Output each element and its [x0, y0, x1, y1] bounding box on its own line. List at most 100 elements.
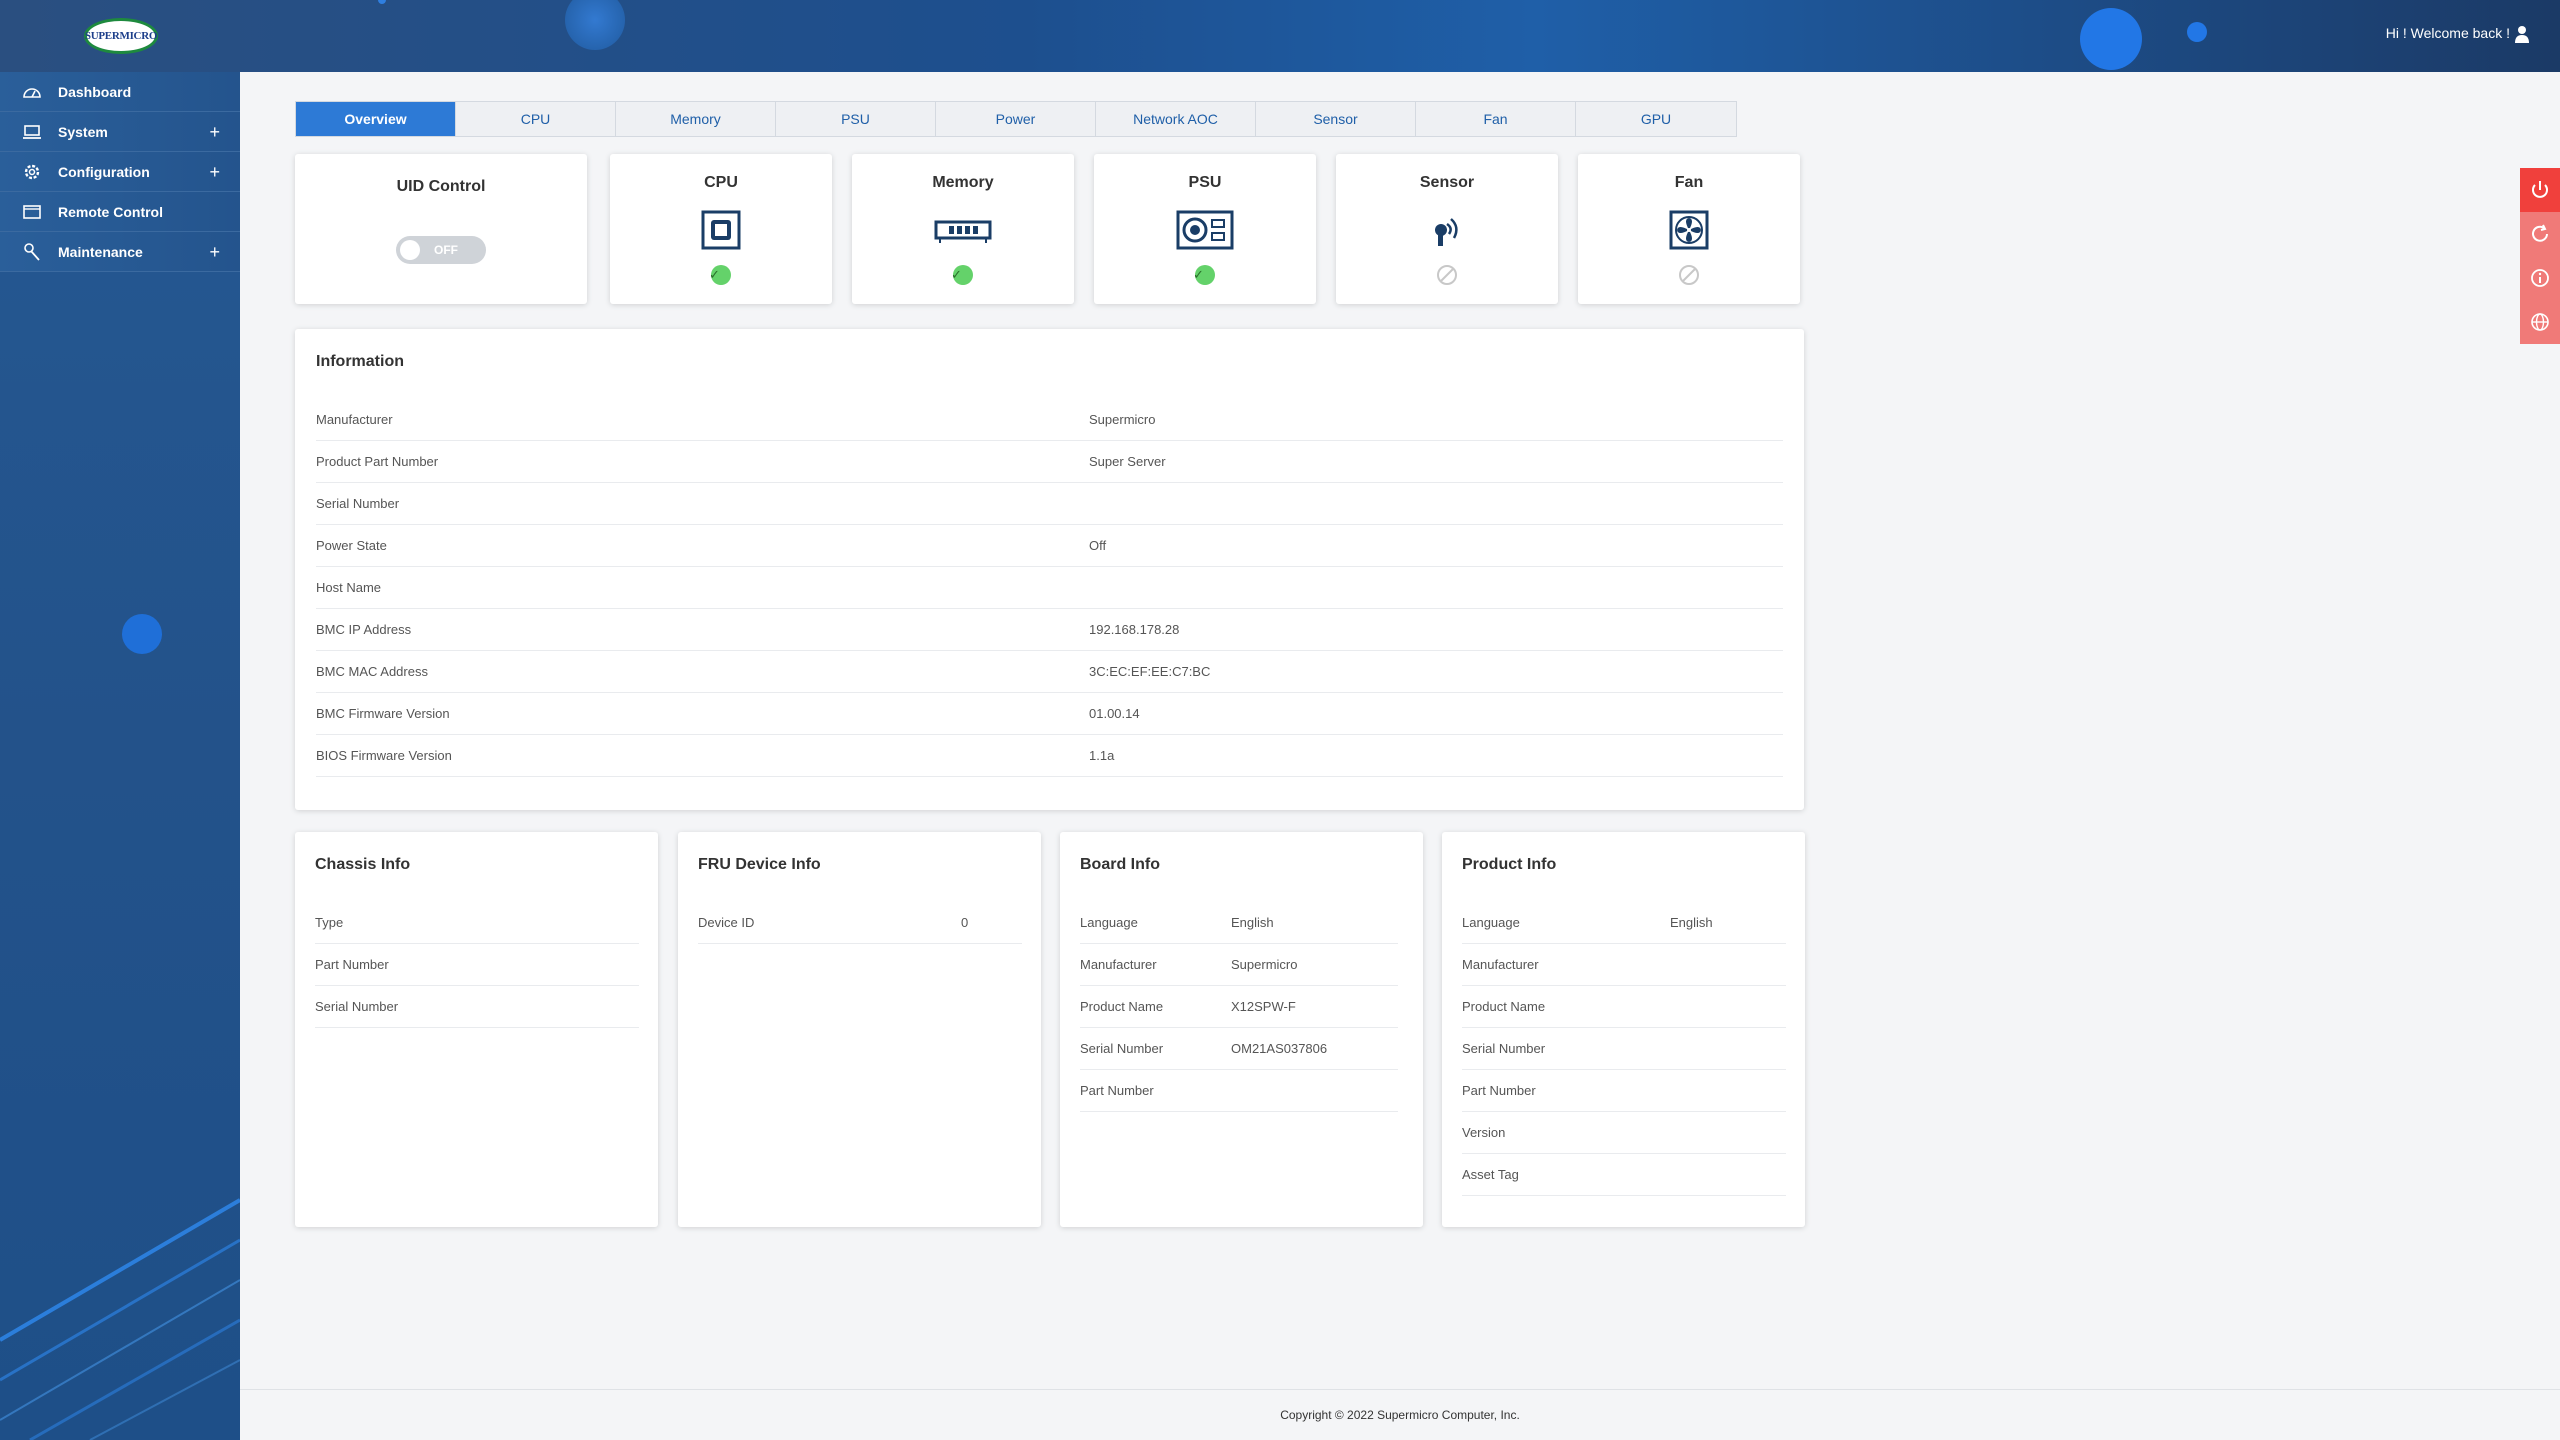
psu-icon [1176, 210, 1234, 250]
expand-icon[interactable]: + [209, 122, 220, 143]
row-key: Serial Number [316, 496, 400, 511]
welcome-text: Hi ! Welcome back ! [2385, 25, 2510, 41]
table-row: Manufacturer Supermicro [316, 399, 1783, 441]
cpu-icon [701, 210, 741, 250]
tab-power[interactable]: Power [936, 102, 1096, 136]
row-key: Power State [316, 538, 387, 553]
user-icon[interactable] [2514, 25, 2530, 43]
tab-bar: Overview CPU Memory PSU Power Network AO… [295, 101, 1737, 137]
sidebar-item-dashboard[interactable]: Dashboard [0, 72, 240, 112]
power-button[interactable] [2520, 168, 2560, 212]
table-row: Manufacturer [1462, 944, 1786, 986]
info-button[interactable] [2520, 256, 2560, 300]
board-info-card: Board Info Language English Manufacturer S… [1060, 832, 1423, 1227]
information-table: Manufacturer Supermicro Product Part Numb… [316, 399, 1783, 777]
tab-gpu[interactable]: GPU [1576, 102, 1736, 136]
row-value: OM21AS037806 [1231, 1041, 1328, 1056]
row-key: Serial Number [1462, 1041, 1546, 1056]
row-value: 3C:EC:EF:EE:C7:BC [1089, 664, 1211, 679]
fan-status-card[interactable]: Fan [1578, 154, 1800, 304]
sidebar: Dashboard System + Configuration + Remot… [0, 72, 240, 1440]
information-title: Information [316, 353, 404, 370]
status-ok-icon [1193, 265, 1215, 285]
tab-memory[interactable]: Memory [616, 102, 776, 136]
board-info-title: Board Info [1080, 856, 1160, 873]
sidebar-item-maintenance[interactable]: Maintenance + [0, 232, 240, 272]
tab-network-aoc[interactable]: Network AOC [1096, 102, 1256, 136]
card-title: CPU [704, 174, 738, 191]
row-key: Type [315, 915, 344, 930]
fru-device-info-title: FRU Device Info [698, 856, 821, 873]
sidebar-item-label: Configuration [58, 163, 150, 180]
language-button[interactable] [2520, 300, 2560, 344]
header-bubble [2080, 8, 2142, 70]
tab-sensor[interactable]: Sensor [1256, 102, 1416, 136]
supermicro-logo[interactable]: SUPERMICRO [84, 18, 158, 54]
fan-icon [1669, 210, 1709, 250]
row-key: Host Name [316, 580, 382, 595]
gear-icon [24, 164, 40, 179]
sidebar-item-configuration[interactable]: Configuration + [0, 152, 240, 192]
row-value: 1.1a [1089, 748, 1115, 763]
product-info-table: Language English Manufacturer Product Nam… [1462, 902, 1786, 1196]
sidebar-item-system[interactable]: System + [0, 112, 240, 152]
cpu-status-card[interactable]: CPU [610, 154, 832, 304]
table-row: BMC Firmware Version 01.00.14 [316, 693, 1783, 735]
sensor-status-card[interactable]: Sensor [1336, 154, 1558, 304]
tab-fan[interactable]: Fan [1416, 102, 1576, 136]
row-key: Product Name [1462, 999, 1546, 1014]
row-key: Manufacturer [316, 412, 393, 427]
tab-cpu[interactable]: CPU [456, 102, 616, 136]
dashboard-icon [23, 87, 41, 98]
row-value: Supermicro [1231, 957, 1298, 972]
table-row: Product Name X12SPW-F [1080, 986, 1398, 1028]
table-row: Language English [1462, 902, 1786, 944]
expand-icon[interactable]: + [209, 162, 220, 183]
power-icon [2532, 181, 2548, 198]
chassis-info-title: Chassis Info [315, 856, 411, 873]
information-card: Information Manufacturer Supermicro Produ… [295, 329, 1804, 810]
sidebar-item-remote-control[interactable]: Remote Control [0, 192, 240, 232]
row-value: 0 [961, 915, 969, 930]
expand-icon[interactable]: + [209, 242, 220, 263]
table-row: Serial Number [316, 483, 1783, 525]
table-row: Version [1462, 1112, 1786, 1154]
laptop-icon [23, 124, 41, 139]
table-row: Part Number [1080, 1070, 1398, 1112]
refresh-button[interactable] [2520, 212, 2560, 256]
sensor-icon [1435, 218, 1458, 246]
sidebar-item-label: Remote Control [58, 203, 163, 220]
row-key: Serial Number [1080, 1041, 1164, 1056]
row-key: Language [1462, 915, 1520, 930]
row-value: 01.00.14 [1089, 706, 1140, 721]
wrench-icon [24, 242, 40, 261]
uid-toggle[interactable]: OFF [396, 236, 486, 264]
uid-control-title: UID Control [396, 178, 486, 195]
tab-overview[interactable]: Overview [296, 102, 456, 136]
logo-text: SUPERMICRO [84, 30, 158, 42]
info-icon [2531, 269, 2549, 287]
uid-control-card: UID Control OFF [295, 154, 587, 304]
row-value: English [1231, 915, 1274, 930]
quick-actions [2520, 168, 2560, 344]
sidebar-item-label: System [58, 123, 108, 140]
table-row: Serial Number OM21AS037806 [1080, 1028, 1398, 1070]
table-row: Manufacturer Supermicro [1080, 944, 1398, 986]
table-row: Serial Number [1462, 1028, 1786, 1070]
chassis-info-table: Type Part Number Serial Number [315, 902, 639, 1028]
table-row: Device ID 0 [698, 902, 1022, 944]
tab-psu[interactable]: PSU [776, 102, 936, 136]
table-row: Power State Off [316, 525, 1783, 567]
row-value: Super Server [1089, 454, 1166, 469]
psu-status-card[interactable]: PSU [1094, 154, 1316, 304]
main-content: Overview CPU Memory PSU Power Network AO… [240, 72, 2560, 1440]
fru-device-info-table: Device ID 0 [698, 902, 1022, 944]
header-bubble [378, 0, 386, 4]
sidebar-decoration [0, 1198, 240, 1440]
memory-status-card[interactable]: Memory [852, 154, 1074, 304]
product-info-title: Product Info [1462, 856, 1557, 873]
row-key: BMC Firmware Version [316, 706, 450, 721]
table-row: Part Number [315, 944, 639, 986]
status-unavailable-icon [1437, 265, 1457, 285]
copyright-text: Copyright © 2022 Supermicro Computer, In… [1280, 1408, 1520, 1422]
